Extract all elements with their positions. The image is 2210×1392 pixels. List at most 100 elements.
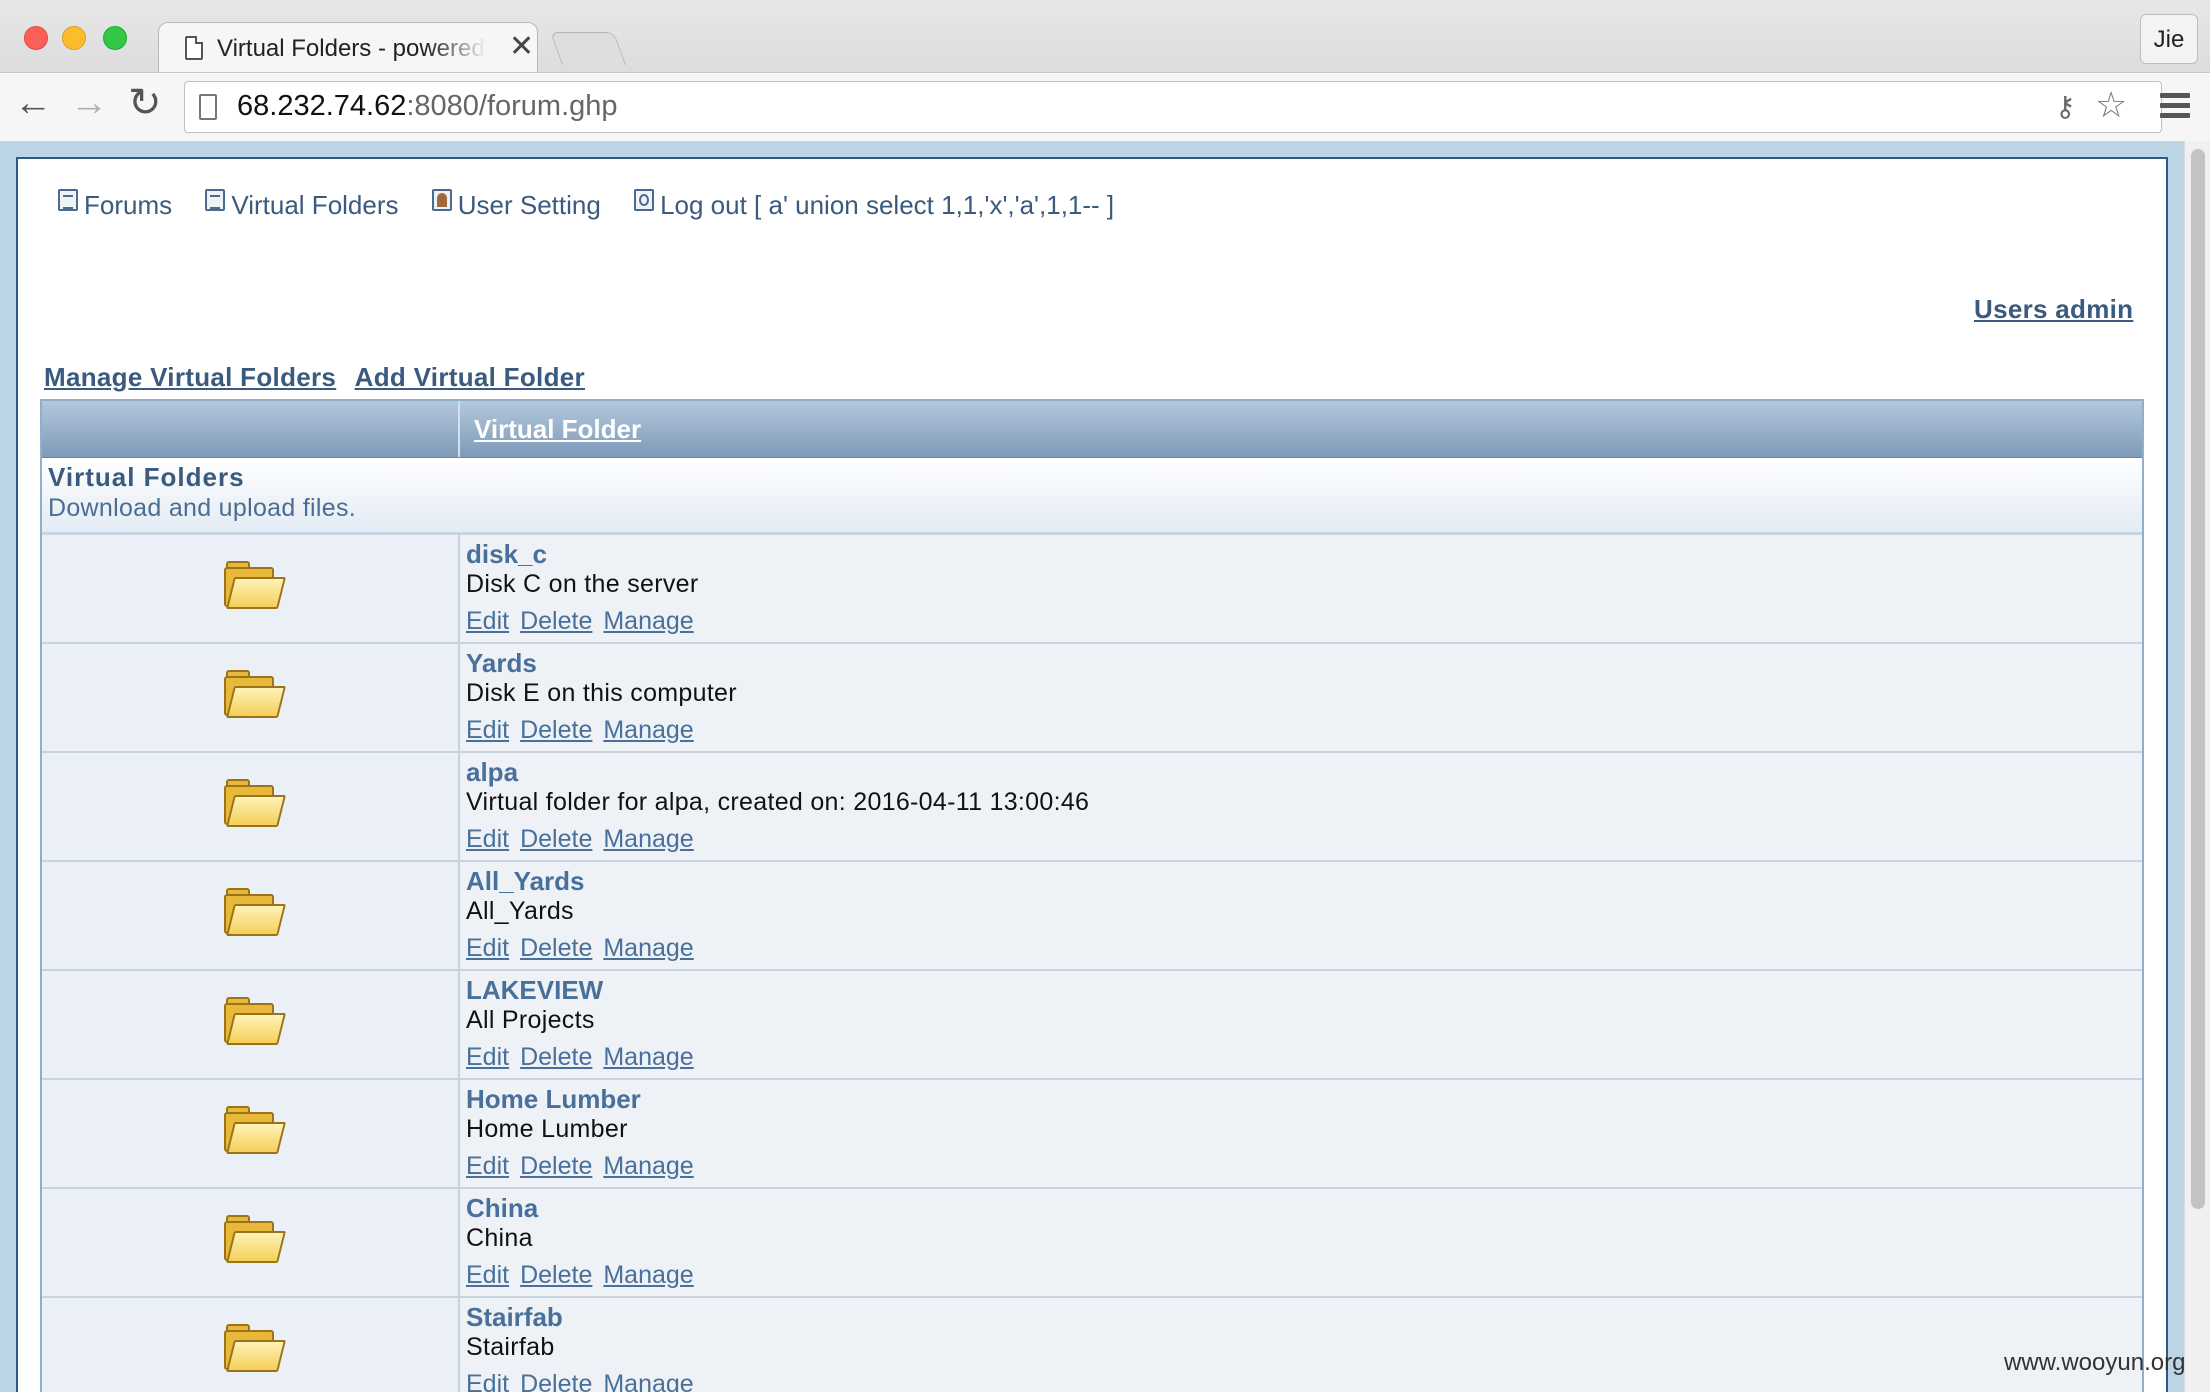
back-arrow-icon[interactable]: ← (14, 83, 52, 123)
window-minimize-button[interactable] (62, 26, 86, 50)
delete-link[interactable]: Delete (520, 934, 592, 962)
folder-info-cell: China China Edit Delete Manage (460, 1189, 2142, 1296)
delete-link[interactable]: Delete (520, 607, 592, 635)
folder-icon (222, 779, 286, 827)
manage-link[interactable]: Manage (603, 825, 693, 853)
edit-link[interactable]: Edit (466, 934, 509, 962)
folder-description: All Projects (466, 1006, 595, 1034)
folder-actions: Edit Delete Manage (466, 607, 705, 636)
category-title: Virtual Folders (48, 462, 245, 492)
folder-description: Disk E on this computer (466, 679, 737, 707)
manage-link[interactable]: Manage (603, 1043, 693, 1071)
window-maximize-button[interactable] (103, 26, 127, 50)
logout-icon (634, 189, 655, 211)
nav-forums[interactable]: Forums (58, 189, 172, 221)
nav-logout-label: Log out [ a' union select 1,1,'x','a',1,… (660, 190, 1115, 220)
nav-user-setting[interactable]: User Setting (431, 189, 601, 221)
folder-icon (222, 670, 286, 718)
users-admin-link[interactable]: Users admin (1974, 294, 2133, 325)
folder-row: disk_c Disk C on the server Edit Delete Mana… (42, 533, 2142, 642)
delete-link[interactable]: Delete (520, 1370, 592, 1392)
manage-virtual-folders-link[interactable]: Manage Virtual Folders (44, 362, 336, 392)
delete-link[interactable]: Delete (520, 1261, 592, 1289)
key-icon[interactable]: ⚷ (2055, 90, 2076, 123)
vertical-scrollbar[interactable] (2184, 141, 2210, 1392)
folder-icon-cell (42, 1189, 460, 1296)
folder-name[interactable]: China (466, 1193, 538, 1224)
profile-button[interactable]: Jie (2140, 14, 2198, 64)
folder-info-cell: Yards Disk E on this computer Edit Delete Ma… (460, 644, 2142, 751)
manage-link[interactable]: Manage (603, 1370, 693, 1392)
folder-row: LAKEVIEW All Projects Edit Delete Manage (42, 969, 2142, 1078)
folder-name[interactable]: All_Yards (466, 866, 585, 897)
category-row: Virtual Folders Download and upload file… (42, 458, 2142, 533)
folder-icon-cell (42, 971, 460, 1078)
folder-icon-cell (42, 862, 460, 969)
manage-link[interactable]: Manage (603, 607, 693, 635)
column-header-virtual-folder[interactable]: Virtual Folder (474, 414, 641, 445)
delete-link[interactable]: Delete (520, 825, 592, 853)
folder-description: All_Yards (466, 897, 574, 925)
manage-link[interactable]: Manage (603, 934, 693, 962)
folder-name[interactable]: Home Lumber (466, 1084, 641, 1115)
folder-rows: disk_c Disk C on the server Edit Delete Mana… (42, 533, 2142, 1392)
list-icon (58, 189, 78, 211)
subnav: Manage Virtual Folders Add Virtual Folde… (44, 362, 599, 393)
delete-link[interactable]: Delete (520, 1152, 592, 1180)
scrollbar-thumb[interactable] (2191, 149, 2205, 1209)
edit-link[interactable]: Edit (466, 716, 509, 744)
virtual-folders-table: Virtual Folder Virtual Folders Download … (40, 399, 2144, 1392)
folder-info-cell: LAKEVIEW All Projects Edit Delete Manage (460, 971, 2142, 1078)
url-path: :8080/forum.ghp (406, 90, 618, 122)
table-header-icon-column (42, 401, 460, 457)
forward-arrow-icon[interactable]: → (70, 83, 108, 123)
browser-chrome: Virtual Folders - powered b ✕ Jie ← → ↻ … (0, 0, 2210, 141)
tab-close-icon[interactable]: ✕ (509, 29, 534, 64)
watermark: www.wooyun.org (2004, 1349, 2186, 1376)
table-header: Virtual Folder (42, 401, 2142, 458)
folder-name[interactable]: disk_c (466, 539, 547, 570)
folder-name[interactable]: alpa (466, 757, 518, 788)
folder-row: Stairfab Stairfab Edit Delete Manage (42, 1296, 2142, 1392)
add-virtual-folder-link[interactable]: Add Virtual Folder (355, 362, 585, 392)
window-close-button[interactable] (24, 26, 48, 50)
folder-info-cell: alpa Virtual folder for alpa, created on:… (460, 753, 2142, 860)
nav-virtual-folders[interactable]: Virtual Folders (205, 189, 399, 221)
folder-icon-cell (42, 753, 460, 860)
folder-name[interactable]: LAKEVIEW (466, 975, 603, 1006)
category-description: Download and upload files. (48, 494, 357, 522)
menu-icon[interactable] (2160, 93, 2190, 123)
edit-link[interactable]: Edit (466, 1043, 509, 1071)
new-tab-button[interactable] (549, 32, 627, 65)
bookmark-star-icon[interactable]: ☆ (2095, 84, 2127, 126)
delete-link[interactable]: Delete (520, 1043, 592, 1071)
folder-icon-cell (42, 644, 460, 751)
folder-row: Home Lumber Home Lumber Edit Delete Manage (42, 1078, 2142, 1187)
list-icon (205, 189, 226, 211)
folder-icon (222, 561, 286, 609)
folder-actions: Edit Delete Manage (466, 825, 705, 854)
edit-link[interactable]: Edit (466, 1261, 509, 1289)
folder-actions: Edit Delete Manage (466, 716, 705, 745)
folder-row: alpa Virtual folder for alpa, created on:… (42, 751, 2142, 860)
manage-link[interactable]: Manage (603, 1261, 693, 1289)
folder-name[interactable]: Stairfab (466, 1302, 563, 1333)
edit-link[interactable]: Edit (466, 607, 509, 635)
nav-logout[interactable]: Log out [ a' union select 1,1,'x','a',1,… (634, 189, 1114, 221)
edit-link[interactable]: Edit (466, 1370, 509, 1392)
manage-link[interactable]: Manage (603, 1152, 693, 1180)
folder-actions: Edit Delete Manage (466, 934, 705, 963)
folder-name[interactable]: Yards (466, 648, 537, 679)
folder-icon (222, 1215, 286, 1263)
reload-icon[interactable]: ↻ (128, 83, 162, 123)
folder-icon (222, 997, 286, 1045)
address-bar[interactable]: 68.232.74.62:8080/forum.ghp ⚷ ☆ (184, 81, 2162, 133)
folder-icon (222, 1106, 286, 1154)
edit-link[interactable]: Edit (466, 1152, 509, 1180)
url-text: 68.232.74.62:8080/forum.ghp (237, 90, 618, 123)
edit-link[interactable]: Edit (466, 825, 509, 853)
browser-tab-active[interactable]: Virtual Folders - powered b ✕ (158, 22, 538, 72)
nav-user-setting-label: User Setting (457, 190, 601, 220)
manage-link[interactable]: Manage (603, 716, 693, 744)
delete-link[interactable]: Delete (520, 716, 592, 744)
